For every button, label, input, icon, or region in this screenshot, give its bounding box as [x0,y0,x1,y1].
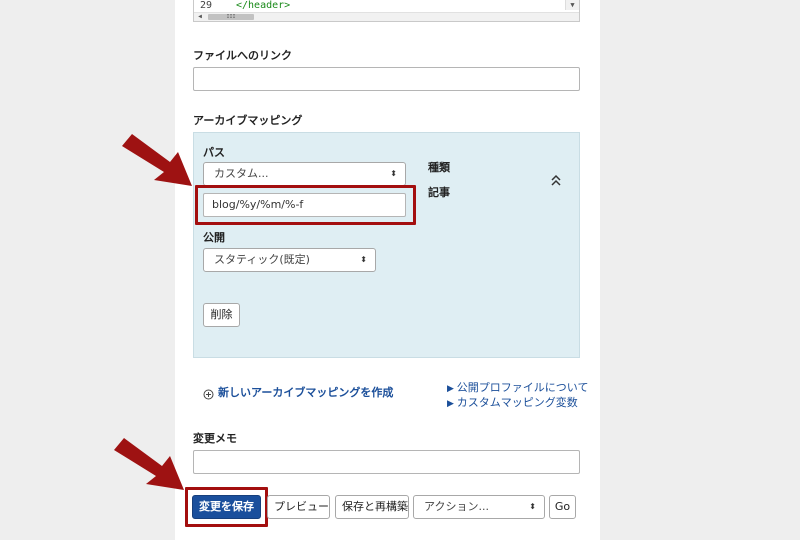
template-code-editor[interactable]: 29 </header> ▼ ◀ III [193,0,580,22]
create-archive-mapping-link[interactable]: 新しいアーカイブマッピングを作成 [218,384,393,400]
change-note-label: 変更メモ [193,432,237,445]
custom-mapping-vars-help-text: カスタムマッピング変数 [456,396,578,409]
path-label: パス [203,146,225,159]
save-and-rebuild-button[interactable]: 保存と再構築 [335,495,409,519]
path-input-highlight [195,185,416,225]
file-link-label: ファイルへのリンク [193,49,292,62]
custom-mapping-vars-help-link[interactable]: ▶ カスタムマッピング変数 [447,394,578,410]
file-link-input[interactable] [193,67,580,91]
preview-button[interactable]: プレビュー [267,495,330,519]
save-button-highlight [185,487,268,527]
delete-mapping-button[interactable]: 削除 [203,303,240,327]
red-arrow-icon [118,130,198,194]
collapse-mapping-icon[interactable] [549,172,563,188]
type-label: 種類 [428,161,450,174]
scroll-left-arrow-icon[interactable]: ◀ [194,13,206,21]
publish-select-value: スタティック(既定) [214,253,310,266]
scroll-down-arrow-icon[interactable]: ▼ [565,0,579,10]
path-select-value: カスタム... [214,167,269,180]
triangle-right-icon: ▶ [447,399,457,409]
select-caret-icon: ⬍ [529,502,536,511]
go-button[interactable]: Go [549,495,576,519]
action-select[interactable]: アクション... ⬍ [413,495,545,519]
plus-circle-icon [203,385,214,400]
code-text: </header> [236,0,291,11]
action-select-value: アクション... [424,500,489,513]
scrollbar-thumb[interactable]: III [208,14,254,20]
path-select[interactable]: カスタム... ⬍ [203,162,406,186]
publish-label: 公開 [203,231,225,244]
publish-select[interactable]: スタティック(既定) ⬍ [203,248,376,272]
select-caret-icon: ⬍ [390,169,397,178]
select-caret-icon: ⬍ [360,255,367,264]
type-value: 記事 [428,186,450,199]
horizontal-scrollbar[interactable]: ◀ III [194,12,579,21]
change-note-input[interactable] [193,450,580,474]
red-arrow-icon [110,434,190,498]
archive-mapping-heading: アーカイブマッピング [193,114,303,127]
triangle-right-icon: ▶ [447,384,457,394]
publishing-profile-help-text: 公開プロファイルについて [456,381,589,394]
publishing-profile-help-link[interactable]: ▶ 公開プロファイルについて [447,379,588,395]
